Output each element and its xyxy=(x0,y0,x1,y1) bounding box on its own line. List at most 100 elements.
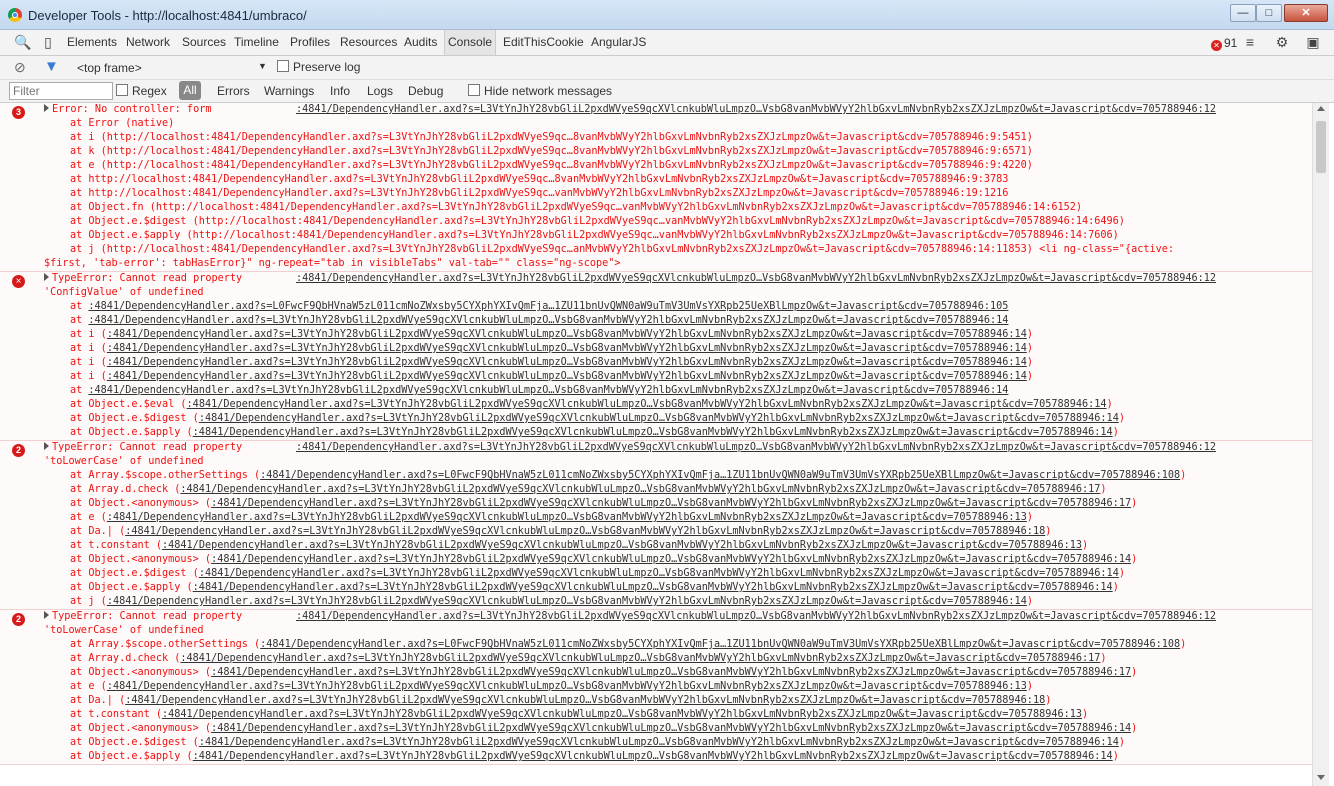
source-link[interactable]: :4841/DependencyHandler.axd?s=L3VtYnJhY2… xyxy=(296,104,1216,115)
level-logs-button[interactable]: Logs xyxy=(367,84,393,98)
stack-frame-text: at k (http://localhost:4841/DependencyHa… xyxy=(70,146,1033,157)
tab-editthiscookie[interactable]: EditThisCookie xyxy=(503,35,584,49)
stack-trace-line: at :4841/DependencyHandler.axd?s=L3VtYnJ… xyxy=(0,314,1312,328)
filter-input[interactable] xyxy=(9,82,113,100)
settings-gear-icon[interactable]: ⚙ xyxy=(1274,34,1290,50)
tab-resources[interactable]: Resources xyxy=(340,35,397,49)
stack-trace-line: at Object.e.$digest (:4841/DependencyHan… xyxy=(0,736,1312,750)
hide-network-checkbox[interactable]: Hide network messages xyxy=(468,84,612,98)
stack-frame-link[interactable]: :4841/DependencyHandler.axd?s=L0FwcF9QbH… xyxy=(260,639,1180,650)
stack-frame-link[interactable]: :4841/DependencyHandler.axd?s=L0FwcF9QbH… xyxy=(260,470,1180,481)
console-message[interactable]: 2 TypeError: Cannot read property:4841/De… xyxy=(0,610,1312,765)
stack-trace-line: at :4841/DependencyHandler.axd?s=L3VtYnJ… xyxy=(0,384,1312,398)
stack-frame-function: at Object.e.$apply ( xyxy=(70,582,193,593)
console-scrollbar[interactable] xyxy=(1312,103,1329,786)
tab-console[interactable]: Console xyxy=(444,30,497,55)
stack-frame-link[interactable]: :4841/DependencyHandler.axd?s=L3VtYnJhY2… xyxy=(211,554,1131,565)
stack-frame-link[interactable]: :4841/DependencyHandler.axd?s=L3VtYnJhY2… xyxy=(107,343,1027,354)
level-debug-button[interactable]: Debug xyxy=(408,84,443,98)
level-all-button[interactable]: All xyxy=(179,81,201,100)
source-link[interactable]: :4841/DependencyHandler.axd?s=L3VtYnJhY2… xyxy=(296,273,1216,284)
stack-frame-suffix: ) xyxy=(1045,526,1052,537)
stack-trace-line: at i (:4841/DependencyHandler.axd?s=L3Vt… xyxy=(0,342,1312,356)
stack-frame-suffix: ) xyxy=(1082,540,1089,551)
stack-frame-link[interactable]: :4841/DependencyHandler.axd?s=L3VtYnJhY2… xyxy=(199,737,1119,748)
stack-frame-link[interactable]: :4841/DependencyHandler.axd?s=L3VtYnJhY2… xyxy=(125,695,1045,706)
level-info-button[interactable]: Info xyxy=(330,84,350,98)
stack-frame-link[interactable]: :4841/DependencyHandler.axd?s=L3VtYnJhY2… xyxy=(211,667,1131,678)
stack-frame-link[interactable]: :4841/DependencyHandler.axd?s=L3VtYnJhY2… xyxy=(107,371,1027,382)
stack-frame-link[interactable]: :4841/DependencyHandler.axd?s=L3VtYnJhY2… xyxy=(180,484,1100,495)
stack-frame-link[interactable]: :4841/DependencyHandler.axd?s=L3VtYnJhY2… xyxy=(107,357,1027,368)
expand-triangle-icon[interactable] xyxy=(44,104,49,112)
maximize-icon[interactable]: □ xyxy=(1256,4,1282,22)
stack-frame-link[interactable]: :4841/DependencyHandler.axd?s=L3VtYnJhY2… xyxy=(162,540,1082,551)
level-errors-button[interactable]: Errors xyxy=(217,84,250,98)
stack-frame-link[interactable]: :4841/DependencyHandler.axd?s=L3VtYnJhY2… xyxy=(107,681,1027,692)
stack-frame-link[interactable]: :4841/DependencyHandler.axd?s=L0FwcF9QbH… xyxy=(88,301,1008,312)
stack-frame-link[interactable]: :4841/DependencyHandler.axd?s=L3VtYnJhY2… xyxy=(107,512,1027,523)
stack-frame-function: at Object.e.$digest ( xyxy=(70,737,199,748)
expand-triangle-icon[interactable] xyxy=(44,273,49,281)
tab-timeline[interactable]: Timeline xyxy=(234,35,279,49)
stack-frame-link[interactable]: :4841/DependencyHandler.axd?s=L3VtYnJhY2… xyxy=(107,596,1027,607)
level-warnings-button[interactable]: Warnings xyxy=(264,84,314,98)
stack-frame-link[interactable]: :4841/DependencyHandler.axd?s=L3VtYnJhY2… xyxy=(88,385,1008,396)
tab-network[interactable]: Network xyxy=(126,35,170,49)
hide-network-label: Hide network messages xyxy=(484,84,613,98)
device-mode-icon[interactable]: ▯ xyxy=(40,34,56,50)
console-message[interactable]: × TypeError: Cannot read property:4841/De… xyxy=(0,272,1312,441)
stack-frame-link[interactable]: :4841/DependencyHandler.axd?s=L3VtYnJhY2… xyxy=(199,568,1119,579)
stack-frame-link[interactable]: :4841/DependencyHandler.axd?s=L3VtYnJhY2… xyxy=(193,427,1113,438)
regex-checkbox[interactable]: Regex xyxy=(116,84,167,98)
stack-frame-link[interactable]: :4841/DependencyHandler.axd?s=L3VtYnJhY2… xyxy=(125,526,1045,537)
stack-frame-text: at Object.e.$digest (http://localhost:48… xyxy=(70,216,1125,227)
console-message[interactable]: 2 TypeError: Cannot read property:4841/De… xyxy=(0,441,1312,610)
tab-profiles[interactable]: Profiles xyxy=(290,35,330,49)
stack-trace-line: at Array.d.check (:4841/DependencyHandle… xyxy=(0,652,1312,666)
console-message[interactable]: 3 Error: No controller: form:4841/Depende… xyxy=(0,103,1312,272)
tab-angularjs[interactable]: AngularJS xyxy=(591,35,646,49)
frame-select[interactable]: <top frame> xyxy=(77,61,142,75)
drawer-toggle-icon[interactable]: ≡ xyxy=(1242,34,1258,50)
stack-frame-link[interactable]: :4841/DependencyHandler.axd?s=L3VtYnJhY2… xyxy=(211,498,1131,509)
stack-frame-link[interactable]: :4841/DependencyHandler.axd?s=L3VtYnJhY2… xyxy=(187,399,1107,410)
stack-trace-line: at http://localhost:4841/DependencyHandl… xyxy=(0,187,1312,201)
stack-frame-text: at j (http://localhost:4841/DependencyHa… xyxy=(70,244,1175,255)
stack-frame-link[interactable]: :4841/DependencyHandler.axd?s=L3VtYnJhY2… xyxy=(180,653,1100,664)
dock-side-icon[interactable]: ▣ xyxy=(1305,34,1321,50)
stack-frame-link[interactable]: :4841/DependencyHandler.axd?s=L3VtYnJhY2… xyxy=(199,413,1119,424)
checkbox-icon xyxy=(468,84,480,96)
stack-frame-suffix: ) xyxy=(1106,399,1113,410)
source-link[interactable]: :4841/DependencyHandler.axd?s=L3VtYnJhY2… xyxy=(296,611,1216,622)
stack-frame-function: at xyxy=(70,315,89,326)
stack-trace-line: 'toLowerCase' of undefined xyxy=(0,455,1312,469)
tab-elements[interactable]: Elements xyxy=(67,35,117,49)
stack-frame-link[interactable]: :4841/DependencyHandler.axd?s=L3VtYnJhY2… xyxy=(193,751,1113,762)
scroll-down-icon[interactable] xyxy=(1317,775,1325,780)
inspect-search-icon[interactable]: 🔍 xyxy=(14,34,31,50)
preserve-log-checkbox[interactable]: Preserve log xyxy=(277,60,360,74)
stack-frame-link[interactable]: :4841/DependencyHandler.axd?s=L3VtYnJhY2… xyxy=(211,723,1131,734)
stack-frame-suffix: ) xyxy=(1131,554,1138,565)
scrollbar-thumb[interactable] xyxy=(1316,121,1326,173)
filter-funnel-icon[interactable]: ▼ xyxy=(44,58,59,75)
stack-trace-line: at j (http://localhost:4841/DependencyHa… xyxy=(0,243,1312,257)
minimize-icon[interactable]: — xyxy=(1230,4,1256,22)
error-counter[interactable]: ✕ 91 xyxy=(1211,36,1237,51)
stack-frame-link[interactable]: :4841/DependencyHandler.axd?s=L3VtYnJhY2… xyxy=(88,315,1008,326)
stack-frame-link[interactable]: :4841/DependencyHandler.axd?s=L3VtYnJhY2… xyxy=(162,709,1082,720)
scroll-up-icon[interactable] xyxy=(1317,106,1325,111)
stack-trace-line: at e (:4841/DependencyHandler.axd?s=L3Vt… xyxy=(0,511,1312,525)
close-icon[interactable]: ✕ xyxy=(1284,4,1328,22)
expand-triangle-icon[interactable] xyxy=(44,442,49,450)
stack-frame-link[interactable]: :4841/DependencyHandler.axd?s=L3VtYnJhY2… xyxy=(107,329,1027,340)
stack-frame-link[interactable]: :4841/DependencyHandler.axd?s=L3VtYnJhY2… xyxy=(193,582,1113,593)
clear-console-icon[interactable]: ⊘ xyxy=(14,59,26,76)
tab-sources[interactable]: Sources xyxy=(182,35,226,49)
source-link[interactable]: :4841/DependencyHandler.axd?s=L3VtYnJhY2… xyxy=(296,442,1216,453)
expand-triangle-icon[interactable] xyxy=(44,611,49,619)
tab-audits[interactable]: Audits xyxy=(404,35,437,49)
stack-trace-line: at Object.<anonymous> (:4841/DependencyH… xyxy=(0,553,1312,567)
frame-select-dropdown-icon[interactable]: ▼ xyxy=(258,61,267,71)
